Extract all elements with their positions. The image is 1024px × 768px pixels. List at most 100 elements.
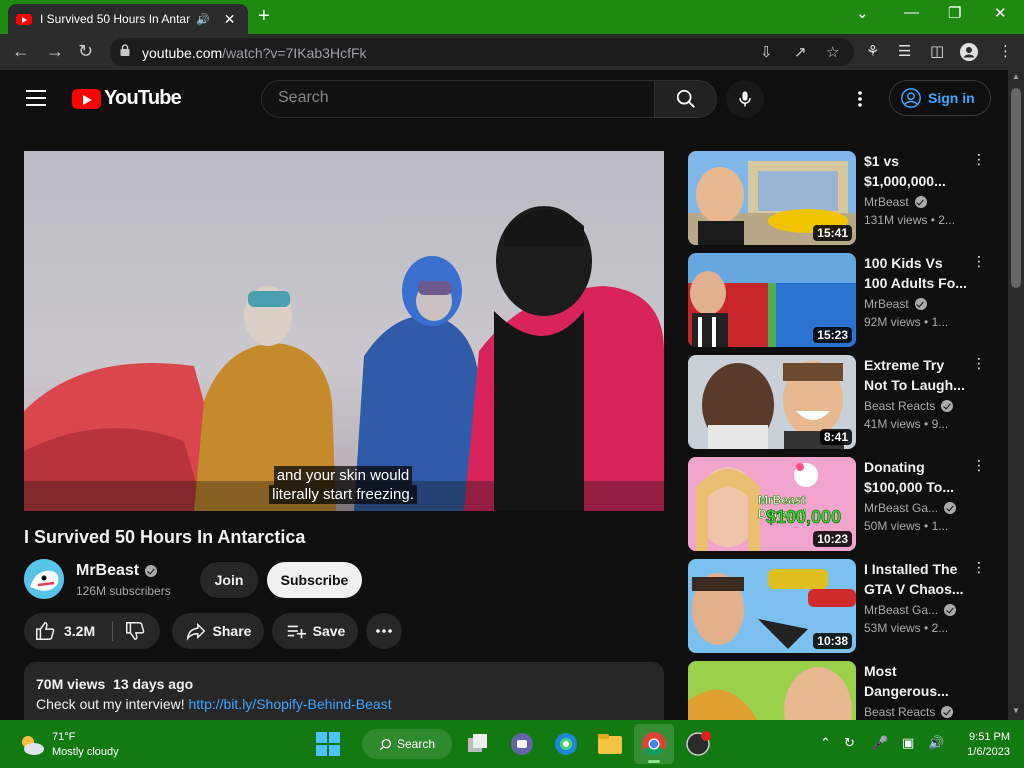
- verified-badge-icon: [145, 565, 158, 577]
- url-text: youtube.com/watch?v=7IKab3HcfFk: [142, 45, 367, 61]
- search-input[interactable]: [278, 89, 638, 107]
- tab-close-icon[interactable]: ✕: [224, 11, 236, 28]
- task-view-icon[interactable]: [462, 728, 494, 760]
- recommended-title[interactable]: $1 vs $1,000,000...: [864, 151, 968, 191]
- obs-recorder-icon[interactable]: [682, 728, 714, 760]
- recommended-views: 131M views • 2...: [864, 213, 955, 227]
- subscribe-button[interactable]: Subscribe: [267, 562, 362, 598]
- page-scrollbar[interactable]: ▲ ▼: [1008, 70, 1024, 720]
- channel-name[interactable]: MrBeast: [76, 562, 158, 580]
- video-title: I Survived 50 Hours In Antarctica: [24, 527, 306, 547]
- search-button[interactable]: [654, 80, 717, 118]
- forward-arrow-icon[interactable]: →: [46, 41, 64, 62]
- recommended-video[interactable]: 10:38 I Installed The GTA V Chaos... MrB…: [688, 559, 1000, 655]
- video-thumbnail[interactable]: 10:38: [688, 559, 856, 653]
- system-clock[interactable]: 9:51 PM 1/6/2023: [960, 730, 1010, 760]
- volume-icon[interactable]: 🔊: [928, 735, 944, 751]
- view-count-date: 70M views 13 days ago: [36, 676, 194, 692]
- recommended-channel: MrBeast Ga...: [864, 603, 957, 617]
- voice-search-button[interactable]: [726, 80, 764, 118]
- settings-kebab-icon[interactable]: [856, 90, 864, 108]
- browser-tab[interactable]: I Survived 50 Hours In Antarctica 🔊 ✕: [8, 4, 248, 34]
- weather-temperature: 71°F: [52, 731, 76, 743]
- like-count[interactable]: 3.2M: [64, 623, 95, 639]
- thumbs-down-icon[interactable]: [124, 620, 146, 642]
- recommended-views: 53M views • 2...: [864, 621, 949, 635]
- scroll-up-icon[interactable]: ▲: [1012, 72, 1020, 81]
- verified-badge-icon: [944, 502, 957, 514]
- rec-more-icon[interactable]: ⋮: [972, 151, 986, 168]
- rec-more-icon[interactable]: ⋮: [972, 355, 986, 372]
- video-duration: 10:38: [813, 633, 852, 649]
- microphone-icon: [739, 91, 751, 107]
- video-thumbnail[interactable]: MrBeast Donated $100,000 10:23: [688, 457, 856, 551]
- recommended-video[interactable]: Most Dangerous... Beast Reacts: [688, 661, 1000, 720]
- restore-button[interactable]: ❐: [948, 4, 961, 22]
- thumbs-up-icon[interactable]: [34, 620, 56, 642]
- recommended-title[interactable]: Donating $100,000 To...: [864, 457, 968, 497]
- teams-chat-icon[interactable]: [506, 728, 538, 760]
- address-bar[interactable]: youtube.com/watch?v=7IKab3HcfFk ⇩ ↗ ☆: [110, 38, 854, 66]
- description-link[interactable]: http://bit.ly/Shopify-Behind-Beast: [189, 696, 392, 712]
- new-tab-button[interactable]: +: [258, 5, 270, 28]
- recommended-video[interactable]: 15:41 $1 vs $1,000,000... MrBeast 131M v…: [688, 151, 1000, 247]
- share-button[interactable]: Share: [172, 613, 264, 649]
- weather-widget[interactable]: 71°F Mostly cloudy: [18, 730, 119, 760]
- beast-mascot-icon: [24, 559, 64, 599]
- recommended-video[interactable]: MrBeast Donated $100,000 10:23 Donating …: [688, 457, 1000, 553]
- tray-expand-icon[interactable]: ⌃: [820, 735, 831, 751]
- network-icon[interactable]: ▣: [902, 735, 914, 751]
- minimize-button[interactable]: —: [904, 4, 919, 21]
- rec-more-icon[interactable]: ⋮: [972, 253, 986, 270]
- taskbar-search-button[interactable]: Search: [362, 729, 452, 759]
- chrome-taskbar-active[interactable]: [634, 724, 674, 764]
- side-panel-icon[interactable]: ◫: [930, 42, 944, 60]
- video-player[interactable]: [24, 151, 664, 511]
- rec-more-icon[interactable]: ⋮: [972, 559, 986, 576]
- recommended-video[interactable]: 15:23 100 Kids Vs 100 Adults Fo... MrBea…: [688, 253, 1000, 349]
- recommended-channel: MrBeast: [864, 195, 927, 209]
- recommended-video[interactable]: 8:41 Extreme Try Not To Laugh... Beast R…: [688, 355, 1000, 451]
- edge-browser-icon[interactable]: [550, 728, 582, 760]
- media-control-icon[interactable]: ☰: [898, 42, 911, 60]
- scroll-down-icon[interactable]: ▼: [1012, 706, 1020, 715]
- video-thumbnail[interactable]: 15:41: [688, 151, 856, 245]
- tab-search-chevron-icon[interactable]: ⌄: [856, 4, 869, 22]
- rec-more-icon[interactable]: ⋮: [972, 457, 986, 474]
- scrollbar-thumb[interactable]: [1011, 88, 1021, 288]
- video-thumbnail[interactable]: [688, 661, 856, 720]
- save-button[interactable]: Save: [272, 613, 358, 649]
- recommended-title[interactable]: I Installed The GTA V Chaos...: [864, 559, 968, 599]
- reload-icon[interactable]: ↻: [78, 41, 93, 62]
- bookmark-star-icon[interactable]: ☆: [826, 43, 839, 61]
- hamburger-menu-icon[interactable]: [26, 90, 46, 106]
- recommended-title[interactable]: Most Dangerous...: [864, 661, 968, 701]
- channel-avatar[interactable]: [24, 559, 64, 599]
- extensions-puzzle-icon[interactable]: ⚘: [866, 42, 879, 60]
- sign-in-button[interactable]: Sign in: [889, 80, 991, 116]
- sync-icon[interactable]: ↻: [844, 735, 855, 751]
- recommended-title[interactable]: Extreme Try Not To Laugh...: [864, 355, 968, 395]
- install-app-icon[interactable]: ⇩: [760, 43, 773, 61]
- join-button[interactable]: Join: [200, 562, 258, 598]
- tab-audio-icon[interactable]: 🔊: [196, 13, 210, 26]
- back-arrow-icon[interactable]: ←: [12, 41, 30, 62]
- youtube-header: YouTube Sign in: [0, 70, 1008, 126]
- profile-icon[interactable]: [960, 43, 978, 61]
- chrome-menu-icon[interactable]: ⋮: [998, 42, 1013, 60]
- video-thumbnail[interactable]: 15:23: [688, 253, 856, 347]
- windows-start-icon[interactable]: [312, 728, 344, 760]
- tray-microphone-icon[interactable]: 🎤: [872, 735, 888, 751]
- youtube-logo[interactable]: YouTube: [72, 87, 182, 110]
- video-thumbnail[interactable]: 8:41: [688, 355, 856, 449]
- description-text: Check out my interview! http://bit.ly/Sh…: [36, 696, 392, 712]
- recommended-title[interactable]: 100 Kids Vs 100 Adults Fo...: [864, 253, 968, 293]
- window-close-button[interactable]: ✕: [994, 4, 1007, 22]
- file-explorer-icon[interactable]: [594, 728, 626, 760]
- recommended-views: 50M views • 1...: [864, 519, 949, 533]
- share-page-icon[interactable]: ↗: [794, 43, 807, 61]
- active-indicator: [648, 760, 660, 763]
- lock-icon: [120, 44, 130, 56]
- more-actions-button[interactable]: [366, 613, 402, 649]
- verified-badge-icon: [944, 604, 957, 616]
